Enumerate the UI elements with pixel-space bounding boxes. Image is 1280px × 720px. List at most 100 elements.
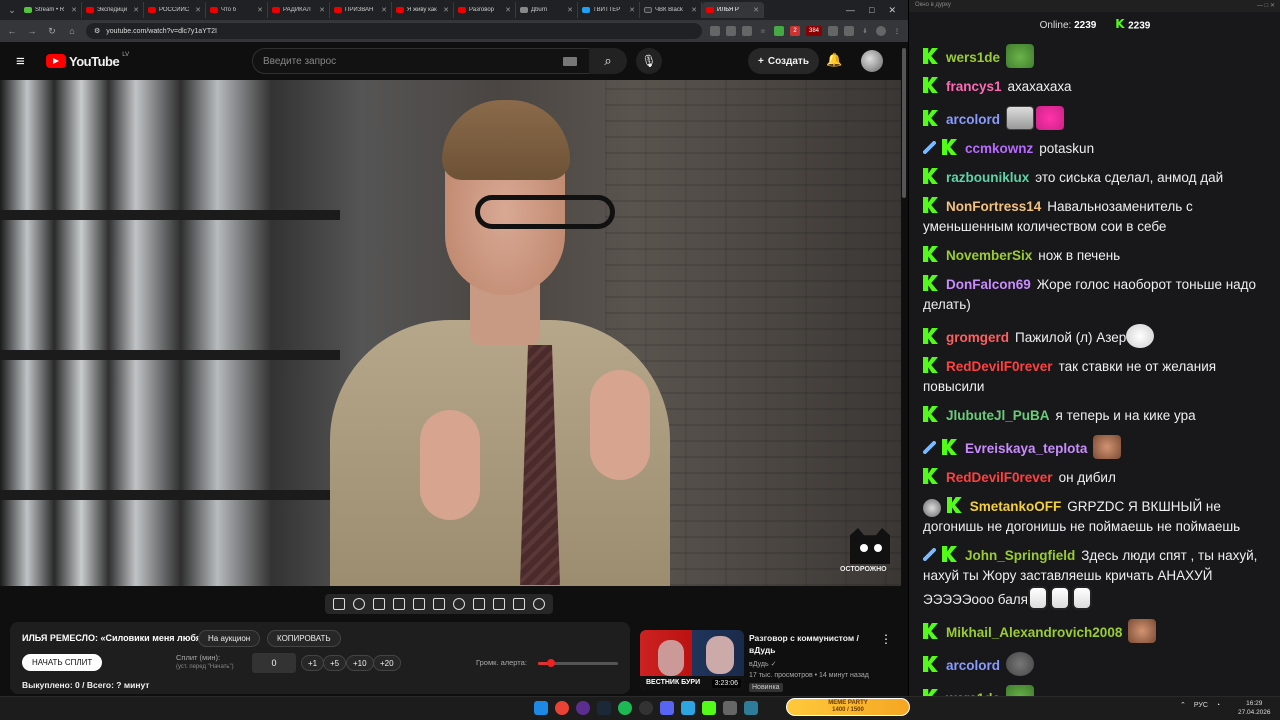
browser-menu-icon[interactable]: ⋮ [892,26,902,36]
loop-icon[interactable] [333,598,345,610]
chat-username[interactable]: RedDevilF0rever [946,470,1053,485]
browser-tab[interactable]: ИЛЬЯ Р ✕ [702,2,764,18]
browser-tab[interactable]: РАДИКАЛ ✕ [268,2,330,18]
recommended-video[interactable]: ВЕСТНИК БУРИ 3:23:06 Разговор с коммунис… [640,630,905,696]
discord-icon[interactable] [660,701,674,715]
tab-close-icon[interactable]: ✕ [629,6,635,14]
download-icon[interactable]: ⇩ [860,26,870,36]
scrollbar-thumb[interactable] [902,48,906,198]
add-5-button[interactable]: +5 [323,655,347,671]
meme-party-progress[interactable]: MEME PARTY 1400 / 1500 [786,698,910,716]
picture-in-picture-icon[interactable] [413,598,425,610]
sidebar-icon[interactable] [844,26,854,36]
create-button[interactable]: + Создать [748,48,819,74]
tab-close-icon[interactable]: ✕ [567,6,573,14]
camera-icon[interactable] [493,598,505,610]
browser-tab[interactable]: ПРИЗВАН ✕ [330,2,392,18]
video-thumbnail[interactable]: ВЕСТНИК БУРИ 3:23:06 [640,630,744,690]
extension-ublock-icon[interactable]: 384 [806,26,822,36]
tray-chevron-icon[interactable]: ⌃ [1180,701,1186,709]
start-windows-icon[interactable] [534,701,548,715]
wifi-icon[interactable]: ◔ [1216,702,1220,709]
keyboard-icon[interactable] [563,57,577,66]
lang-indicator[interactable]: РУС [1194,702,1208,709]
notifications-bell-icon[interactable]: 🔔 [826,52,842,68]
chat-username[interactable]: SmetankoOFF [970,499,1062,514]
browser-alt-icon[interactable] [576,701,590,715]
settings-gear-icon[interactable] [533,598,545,610]
more-actions-icon[interactable]: ⋮ [880,632,892,646]
cast-icon[interactable] [710,26,720,36]
clock[interactable]: 16:29 27.04.2026 [1238,699,1271,717]
kick-app-icon[interactable] [702,701,716,715]
search-input[interactable]: Введите запрос [252,48,592,74]
add-20-button[interactable]: +20 [373,655,401,671]
browser-tab[interactable]: Разговор ✕ [454,2,516,18]
steam-icon[interactable] [597,701,611,715]
screenshot-icon[interactable] [373,598,385,610]
chat-username[interactable]: arcolord [946,658,1000,673]
chat-username[interactable]: Evreiskaya_teplota [965,441,1087,456]
copy-button[interactable]: КОПИРОВАТЬ [267,630,341,647]
tab-close-icon[interactable]: ✕ [195,6,201,14]
browser-tab[interactable]: ЧВК Black ✕ [640,2,702,18]
tab-close-icon[interactable]: ✕ [505,6,511,14]
chat-username[interactable]: francys1 [946,79,1002,94]
speed-icon[interactable] [453,598,465,610]
guide-menu-icon[interactable]: ≡ [16,53,36,70]
chat-username[interactable]: wers1de [946,50,1000,65]
auction-button[interactable]: На аукцион [198,630,261,647]
chat-username[interactable]: razbouniklux [946,170,1029,185]
voice-search-button[interactable]: 🎙 [636,48,662,74]
alert-volume-slider[interactable] [538,659,618,667]
add-image-icon[interactable] [473,598,485,610]
explorer-icon[interactable] [723,701,737,715]
chat-window-controls[interactable]: — □ ✕ [1257,2,1275,10]
add-1-button[interactable]: +1 [301,655,325,671]
extension-counter-icon[interactable]: 2 [790,26,800,36]
search-button[interactable]: ⌕ [589,48,627,74]
recommended-title[interactable]: Разговор с коммунистом / вДудь [749,632,884,656]
tab-close-icon[interactable]: ✕ [381,6,387,14]
translate-icon[interactable] [742,26,752,36]
address-bar[interactable]: ⚙ youtube.com/watch?v=dlc7y1aYT2I [86,23,702,39]
chat-username[interactable]: Mikhail_Alexandrovich2008 [946,625,1122,640]
extensions-puzzle-icon[interactable] [828,26,838,36]
chat-username[interactable]: JlubuteJl_PuBA [946,408,1050,423]
tab-search-icon[interactable]: ⌄ [4,3,20,17]
forward-icon[interactable]: → [26,26,38,36]
browser-tab[interactable]: Stream • R ✕ [20,2,82,18]
browser-tab[interactable]: Что б ✕ [206,2,268,18]
youtube-logo[interactable]: YouTube LV [46,52,129,69]
home-icon[interactable]: ⌂ [66,26,78,36]
telegram-icon[interactable] [681,701,695,715]
minimize-icon[interactable]: — [846,5,855,16]
close-icon[interactable]: ✕ [888,5,896,16]
add-10-button[interactable]: +10 [346,655,374,671]
back-icon[interactable]: ← [6,26,18,36]
avatar[interactable] [861,50,883,72]
obs-icon[interactable] [639,701,653,715]
split-minutes-input[interactable]: 0 [252,653,296,673]
browser-tab[interactable]: Дburn ✕ [516,2,578,18]
tab-close-icon[interactable]: ✕ [691,6,697,14]
extension-badge-icon[interactable] [774,26,784,36]
start-split-button[interactable]: НАЧАТЬ СПЛИТ [22,654,103,671]
page-scrollbar[interactable] [901,44,907,694]
spotify-icon[interactable] [618,701,632,715]
chrome-icon[interactable] [555,701,569,715]
tab-close-icon[interactable]: ✕ [753,6,759,14]
chat-username[interactable]: gromgerd [946,330,1009,345]
chat-username[interactable]: NonFortress14 [946,199,1041,214]
browser-tab[interactable]: Экспедици ✕ [82,2,144,18]
chat-username[interactable]: RedDevilF0rever [946,359,1053,374]
reload-icon[interactable]: ↻ [46,26,58,37]
clapper-icon[interactable] [393,598,405,610]
maximize-icon[interactable]: □ [869,5,874,16]
chat-username[interactable]: NovemberSix [946,248,1032,263]
tab-close-icon[interactable]: ✕ [443,6,449,14]
recommended-channel[interactable]: вДудь ✓ [749,660,776,668]
chat-username[interactable]: John_Springfield [965,548,1075,563]
site-info-icon[interactable]: ⚙ [94,27,100,35]
tab-close-icon[interactable]: ✕ [71,6,77,14]
